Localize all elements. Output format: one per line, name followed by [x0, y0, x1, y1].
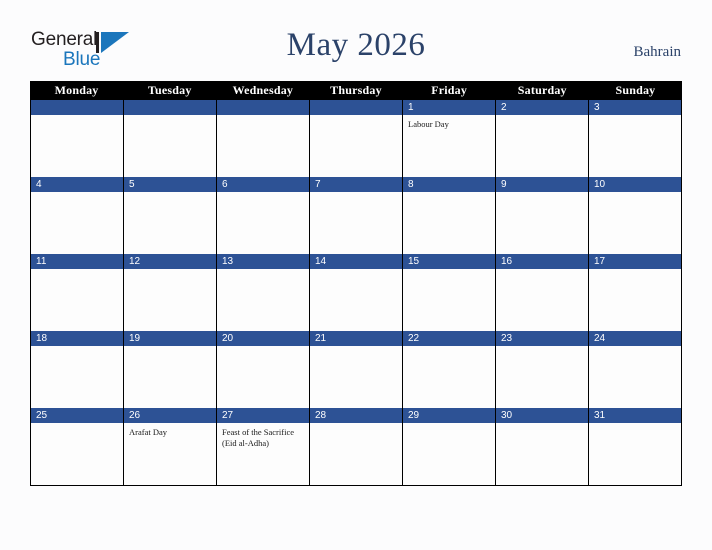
- day-cell-6[interactable]: 6: [217, 177, 310, 254]
- weekday-header-sunday: Sunday: [615, 83, 656, 97]
- day-number: 16: [496, 254, 588, 269]
- day-number: 17: [589, 254, 681, 269]
- day-number: 3: [589, 100, 681, 115]
- day-number: 15: [403, 254, 495, 269]
- day-number: 5: [124, 177, 216, 192]
- day-number: 11: [31, 254, 123, 269]
- day-number: 14: [310, 254, 402, 269]
- day-cell-2[interactable]: 2: [496, 100, 589, 177]
- page-title: May 2026: [286, 27, 426, 63]
- day-number: 10: [589, 177, 681, 192]
- day-number: 13: [217, 254, 309, 269]
- day-cell-17[interactable]: 17: [589, 254, 681, 331]
- day-cell-14[interactable]: 14: [310, 254, 403, 331]
- day-cell-12[interactable]: 12: [124, 254, 217, 331]
- day-number: 8: [403, 177, 495, 192]
- day-cell-13[interactable]: 13: [217, 254, 310, 331]
- day-number: 27: [217, 408, 309, 423]
- day-cell-11[interactable]: 11: [31, 254, 124, 331]
- day-events: Arafat Day: [124, 423, 216, 438]
- day-number: 7: [310, 177, 402, 192]
- day-cell-5[interactable]: 5: [124, 177, 217, 254]
- day-number: 12: [124, 254, 216, 269]
- day-cell-26[interactable]: 26 Arafat Day: [124, 408, 217, 485]
- day-number: 1: [403, 100, 495, 115]
- day-number: 19: [124, 331, 216, 346]
- day-cell-10[interactable]: 10: [589, 177, 681, 254]
- holiday-label: Arafat Day: [129, 427, 167, 437]
- day-cell-19[interactable]: 19: [124, 331, 217, 408]
- day-cell-1[interactable]: 1 Labour Day: [403, 100, 496, 177]
- day-number: 24: [589, 331, 681, 346]
- day-cell-29[interactable]: 29: [403, 408, 496, 485]
- calendar-page: General Blue May 2026 Bahrain Monday Tues…: [0, 0, 712, 550]
- day-cell-16[interactable]: 16: [496, 254, 589, 331]
- day-cell-18[interactable]: 18: [31, 331, 124, 408]
- day-cell-24[interactable]: 24: [589, 331, 681, 408]
- day-number: 9: [496, 177, 588, 192]
- weekday-header-friday: Friday: [431, 83, 468, 97]
- day-events: Labour Day: [403, 115, 495, 130]
- day-cell-20[interactable]: 20: [217, 331, 310, 408]
- calendar-week-row: 11 12 13 14 15 16 17: [31, 254, 681, 331]
- day-number: 30: [496, 408, 588, 423]
- day-cell-31[interactable]: 31: [589, 408, 681, 485]
- calendar-week-row: 18 19 20 21 22 23 24: [31, 331, 681, 408]
- weekday-header-row: Monday Tuesday Wednesday Thursday Friday Satu…: [30, 81, 682, 100]
- day-number: 18: [31, 331, 123, 346]
- day-cell-15[interactable]: 15: [403, 254, 496, 331]
- day-number: 6: [217, 177, 309, 192]
- day-number: 22: [403, 331, 495, 346]
- calendar-week-row: 1 Labour Day 2 3: [31, 100, 681, 177]
- day-cell-23[interactable]: 23: [496, 331, 589, 408]
- day-cell-25[interactable]: 25: [31, 408, 124, 485]
- calendar-grid: Monday Tuesday Wednesday Thursday Friday Satu…: [30, 81, 682, 486]
- day-number: [217, 100, 309, 115]
- day-cell-empty: [310, 100, 403, 177]
- weekday-header-tuesday: Tuesday: [147, 83, 192, 97]
- calendar-week-row: 25 26 Arafat Day 27 Feast of the Sacrifice (…: [31, 408, 681, 485]
- day-cell-22[interactable]: 22: [403, 331, 496, 408]
- day-number: [31, 100, 123, 115]
- day-number: [310, 100, 402, 115]
- day-cell-3[interactable]: 3: [589, 100, 681, 177]
- day-number: 23: [496, 331, 588, 346]
- day-cell-7[interactable]: 7: [310, 177, 403, 254]
- day-number: 29: [403, 408, 495, 423]
- calendar-weeks: 1 Labour Day 2 3 4 5 6 7 8 9 10 11 12 13 14 15 16 17 18 19 2…: [30, 100, 682, 486]
- weekday-header-wednesday: Wednesday: [232, 83, 294, 97]
- day-number: 28: [310, 408, 402, 423]
- day-cell-30[interactable]: 30: [496, 408, 589, 485]
- weekday-header-monday: Monday: [54, 83, 99, 97]
- holiday-label: Feast of the Sacrifice (Eid al-Adha): [222, 427, 294, 448]
- day-cell-21[interactable]: 21: [310, 331, 403, 408]
- day-number: 4: [31, 177, 123, 192]
- calendar-week-row: 4 5 6 7 8 9 10: [31, 177, 681, 254]
- country-label: Bahrain: [633, 44, 681, 60]
- weekday-header-saturday: Saturday: [517, 83, 567, 97]
- day-number: 26: [124, 408, 216, 423]
- day-number: 25: [31, 408, 123, 423]
- day-cell-8[interactable]: 8: [403, 177, 496, 254]
- day-cell-empty: [217, 100, 310, 177]
- holiday-label: Labour Day: [408, 119, 449, 129]
- day-events: Feast of the Sacrifice (Eid al-Adha): [217, 423, 309, 449]
- day-cell-4[interactable]: 4: [31, 177, 124, 254]
- day-number: 21: [310, 331, 402, 346]
- day-number: [124, 100, 216, 115]
- weekday-header-thursday: Thursday: [330, 83, 382, 97]
- page-header: General Blue May 2026 Bahrain: [0, 0, 712, 81]
- day-number: 20: [217, 331, 309, 346]
- day-cell-28[interactable]: 28: [310, 408, 403, 485]
- day-number: 31: [589, 408, 681, 423]
- day-cell-9[interactable]: 9: [496, 177, 589, 254]
- day-cell-empty: [31, 100, 124, 177]
- day-cell-empty: [124, 100, 217, 177]
- day-cell-27[interactable]: 27 Feast of the Sacrifice (Eid al-Adha): [217, 408, 310, 485]
- day-number: 2: [496, 100, 588, 115]
